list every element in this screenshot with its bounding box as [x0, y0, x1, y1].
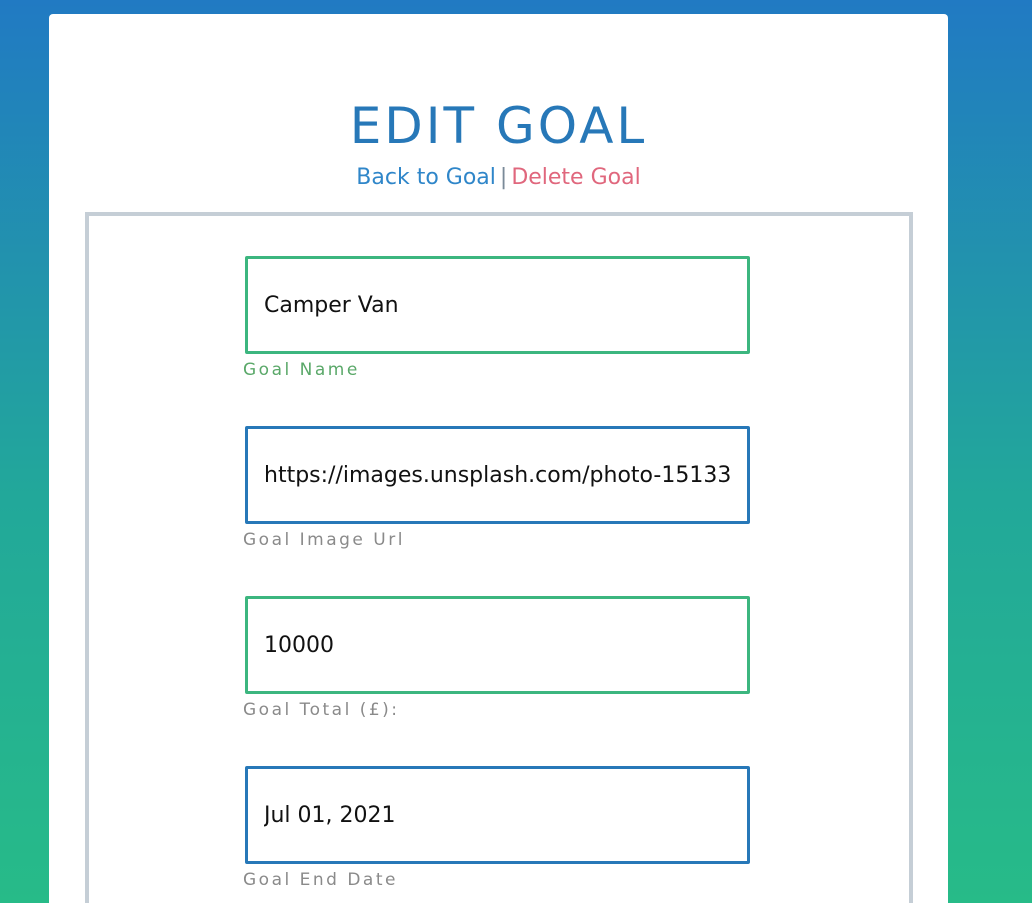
link-separator: | [499, 165, 508, 190]
back-to-goal-link[interactable]: Back to Goal [356, 165, 496, 190]
goal-end-date-input[interactable] [245, 766, 750, 864]
goal-end-date-label: Goal End Date [243, 870, 398, 890]
edit-goal-card: EDIT GOAL Back to Goal|Delete Goal Goal … [49, 14, 948, 903]
goal-end-date-field: Goal End Date [243, 766, 750, 890]
edit-goal-form: Goal Name Goal Image Url Goal Total (£):… [85, 212, 913, 903]
goal-name-input[interactable] [245, 256, 750, 354]
goal-total-label: Goal Total (£): [243, 700, 400, 720]
goal-total-input[interactable] [245, 596, 750, 694]
goal-total-field: Goal Total (£): [243, 596, 750, 720]
goal-image-url-label: Goal Image Url [243, 530, 405, 550]
goal-actions: Back to Goal | Delete Goal [49, 164, 948, 192]
delete-goal-link[interactable]: Delete Goal [511, 165, 640, 190]
goal-name-label: Goal Name [243, 360, 360, 380]
page-title: EDIT GOAL [349, 97, 648, 155]
goal-image-url-input[interactable] [245, 426, 750, 524]
goal-name-field: Goal Name [243, 256, 750, 380]
goal-image-url-field: Goal Image Url [243, 426, 750, 550]
